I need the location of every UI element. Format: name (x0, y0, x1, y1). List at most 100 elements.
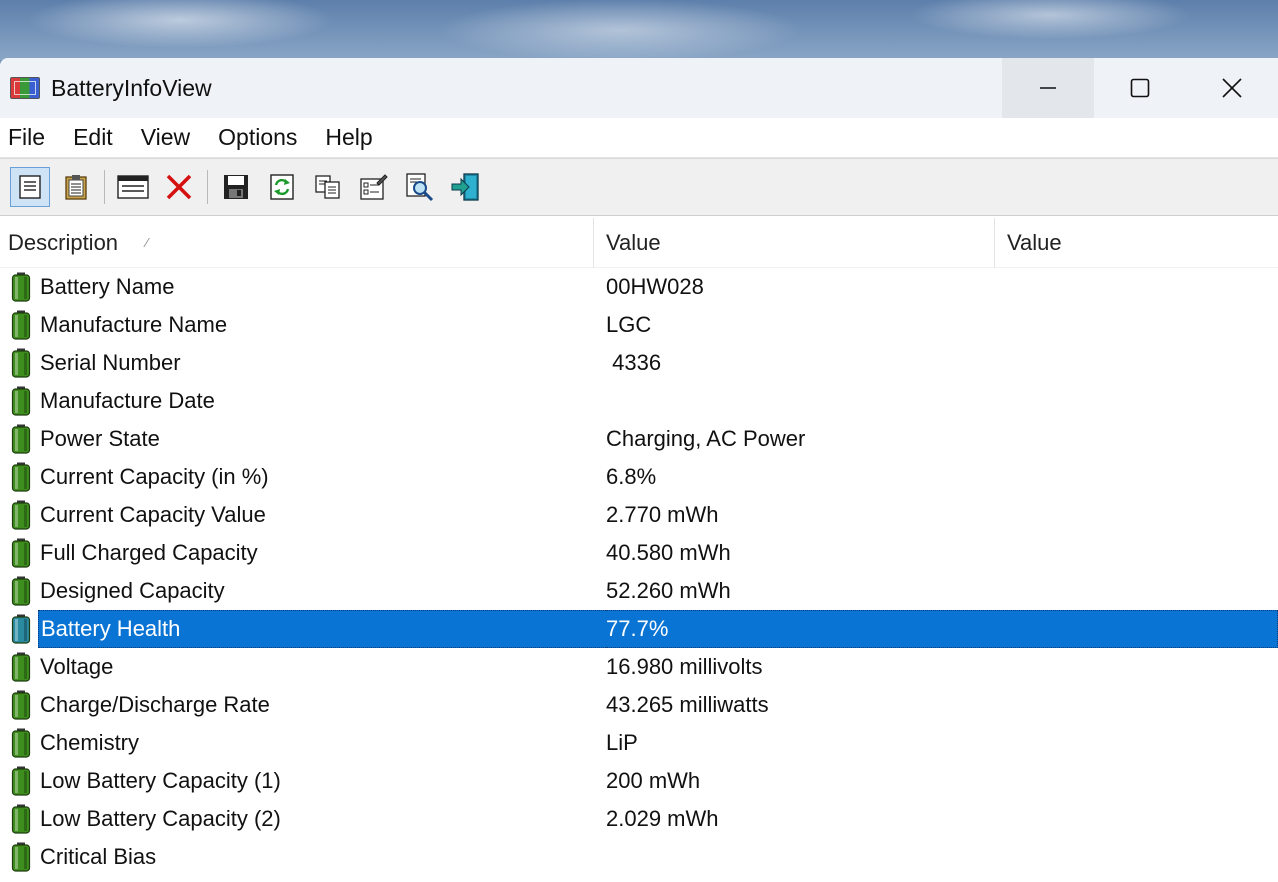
table-row[interactable]: Current Capacity Value 2.770 mWh (0, 496, 1278, 534)
toolbar-separator (104, 170, 105, 204)
row-description: Manufacture Name (40, 312, 228, 337)
table-row[interactable]: Low Battery Capacity (1) 200 mWh (0, 762, 1278, 800)
row-value: 43.265 milliwatts (606, 692, 769, 717)
table-row[interactable]: Charge/Discharge Rate 43.265 milliwatts (0, 686, 1278, 724)
delete-button[interactable] (159, 167, 199, 207)
row-value: 77.7% (606, 616, 669, 641)
row-value: 200 mWh (606, 768, 701, 793)
battery-icon (0, 306, 38, 344)
row-value: 6.8% (606, 464, 657, 489)
column-header-description-label: Description (8, 229, 119, 255)
column-header-value-2[interactable]: Value (995, 218, 1278, 268)
battery-icon (0, 686, 38, 724)
desktop-wallpaper (0, 0, 1278, 60)
row-description: Serial Number (40, 350, 181, 375)
find-icon (406, 173, 434, 202)
menu-file[interactable]: File (8, 124, 45, 151)
table-row[interactable]: Serial Number 4336 (0, 344, 1278, 382)
app-icon (10, 77, 40, 99)
close-button[interactable] (1186, 58, 1278, 118)
table-row[interactable]: Battery Health 77.7% (0, 610, 1278, 648)
row-value-cell: 00HW028 (606, 268, 1278, 306)
row-description: Current Capacity Value (40, 502, 266, 527)
row-value-cell (606, 838, 1278, 876)
maximize-icon (1130, 78, 1150, 98)
row-description: Power State (40, 426, 160, 451)
table-row[interactable]: Full Charged Capacity 40.580 mWh (0, 534, 1278, 572)
row-value: 4336 (606, 350, 662, 375)
row-value: LGC (606, 312, 652, 337)
exit-button[interactable] (446, 167, 486, 207)
row-value: 2.029 mWh (606, 806, 719, 831)
row-value-cell: 200 mWh (606, 762, 1278, 800)
column-header-row: Description ⁄ Value Value (0, 217, 1278, 268)
battery-icon (0, 762, 38, 800)
row-description: Voltage (40, 654, 114, 679)
copy-button[interactable] (308, 167, 348, 207)
html-report-button[interactable] (10, 167, 50, 207)
table-row[interactable]: Battery Name 00HW028 (0, 268, 1278, 306)
title-bar[interactable]: BatteryInfoView (0, 58, 1278, 118)
table-row[interactable]: Current Capacity (in %) 6.8% (0, 458, 1278, 496)
maximize-button[interactable] (1094, 58, 1186, 118)
minimize-button[interactable] (1002, 58, 1094, 118)
table-row[interactable]: Designed Capacity 52.260 mWh (0, 572, 1278, 610)
window-controls (1002, 58, 1278, 118)
row-value: Charging, AC Power (606, 426, 806, 451)
row-description: Designed Capacity (40, 578, 225, 603)
sort-indicator-icon: ⁄ (146, 235, 149, 250)
row-value-cell: 52.260 mWh (606, 572, 1278, 610)
save-icon (224, 175, 248, 199)
save-button[interactable] (216, 167, 256, 207)
battery-icon (0, 838, 38, 876)
properties-window-button[interactable] (113, 167, 153, 207)
battery-icon (0, 496, 38, 534)
row-value-cell: 4336 (606, 344, 1278, 382)
column-header-value[interactable]: Value (594, 217, 995, 268)
battery-icon (0, 382, 38, 420)
refresh-icon (270, 174, 294, 200)
menu-help[interactable]: Help (325, 124, 372, 151)
properties-button[interactable] (354, 167, 394, 207)
row-description: Charge/Discharge Rate (40, 692, 270, 717)
row-value-cell: 6.8% (606, 458, 1278, 496)
column-header-description[interactable]: Description ⁄ (0, 217, 594, 268)
menu-view[interactable]: View (141, 124, 190, 151)
table-row[interactable]: Manufacture Name LGC (0, 306, 1278, 344)
battery-icon (0, 420, 38, 458)
table-row[interactable]: Power State Charging, AC Power (0, 420, 1278, 458)
table-row[interactable]: Critical Bias (0, 838, 1278, 876)
row-value-cell: LGC (606, 306, 1278, 344)
battery-icon (0, 800, 38, 838)
clipboard-button[interactable] (56, 167, 96, 207)
battery-info-list[interactable]: Description ⁄ Value Value Battery Name 00… (0, 217, 1278, 882)
table-row[interactable]: Voltage 16.980 millivolts (0, 648, 1278, 686)
row-value: 40.580 mWh (606, 540, 731, 565)
clipboard-icon (65, 175, 87, 200)
app-window: BatteryInfoView File Edit View Options H… (0, 58, 1278, 882)
table-row[interactable]: Low Battery Capacity (2) 2.029 mWh (0, 800, 1278, 838)
menu-edit[interactable]: Edit (73, 124, 113, 151)
menu-options[interactable]: Options (218, 124, 297, 151)
refresh-button[interactable] (262, 167, 302, 207)
row-description: Current Capacity (in %) (40, 464, 269, 489)
menu-bar: File Edit View Options Help (0, 118, 1278, 158)
row-value: 52.260 mWh (606, 578, 731, 603)
battery-icon (0, 724, 38, 762)
row-value-cell (606, 382, 1278, 420)
battery-icon (0, 268, 38, 306)
row-description: Manufacture Date (40, 388, 215, 413)
column-header-value-2-label: Value (1007, 229, 1062, 255)
battery-icon (0, 648, 38, 686)
window-title: BatteryInfoView (51, 74, 212, 101)
table-row[interactable]: Manufacture Date (0, 382, 1278, 420)
close-icon (1222, 78, 1242, 98)
find-button[interactable] (400, 167, 440, 207)
list-rows: Battery Name 00HW028 Manufacture Name LGC Se… (0, 268, 1278, 876)
table-row[interactable]: Chemistry LiP (0, 724, 1278, 762)
row-value-cell: 16.980 millivolts (606, 648, 1278, 686)
copy-icon (315, 175, 340, 199)
row-description: Battery Health (38, 610, 606, 648)
battery-icon (0, 572, 38, 610)
battery-icon (0, 458, 38, 496)
